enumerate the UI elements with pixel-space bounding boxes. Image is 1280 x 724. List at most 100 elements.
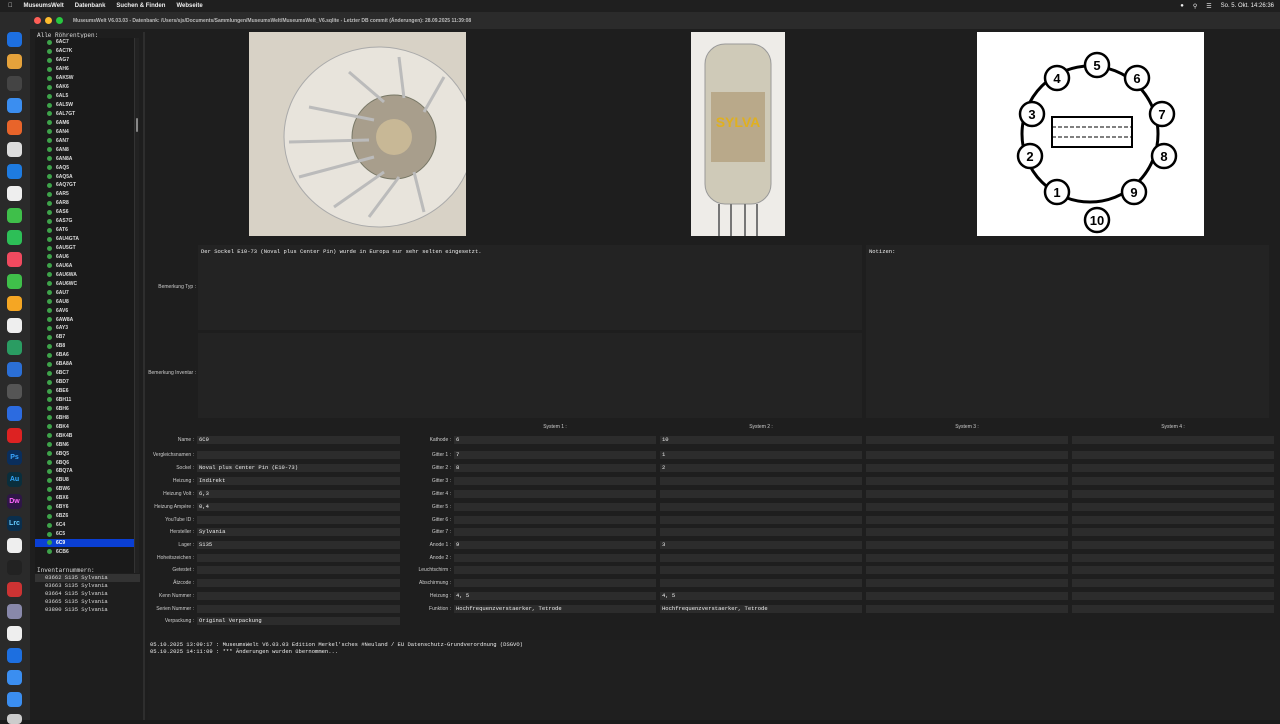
tree-item[interactable]: 6BK4B (35, 431, 134, 440)
remark-inventar-field[interactable] (198, 333, 862, 418)
system-field-input[interactable] (1072, 516, 1274, 524)
field-input[interactable]: Noval plus Center Pin (E10-73) (197, 464, 400, 472)
tree-item[interactable]: 6AN7 (35, 136, 134, 145)
tree-item[interactable]: 6AC7 (35, 38, 134, 47)
tree-item[interactable]: 6AG7 (35, 56, 134, 65)
system-field-input[interactable] (1072, 554, 1274, 562)
tree-item[interactable]: 6BN6 (35, 440, 134, 449)
search-icon[interactable]: ⚲ (1193, 3, 1197, 10)
tree-item[interactable]: 6BW6 (35, 485, 134, 494)
app-icon[interactable] (7, 582, 22, 597)
tree-item[interactable]: 6AQ5 (35, 163, 134, 172)
system-field-input[interactable] (1072, 451, 1274, 459)
system-field-input[interactable] (866, 592, 1068, 600)
inventory-item[interactable]: 03665 S135 Sylvania (35, 598, 140, 606)
finder-icon[interactable] (7, 32, 22, 47)
tree-item[interactable]: 6AR8 (35, 199, 134, 208)
system-field-input[interactable] (866, 477, 1068, 485)
field-input[interactable] (197, 516, 400, 524)
system-field-input[interactable]: 8 (454, 464, 656, 472)
system-field-input[interactable] (1072, 579, 1274, 587)
tree-item[interactable]: 6AQ7GT (35, 181, 134, 190)
inventory-list[interactable]: 03662 S135 Sylvania 03663 S135 Sylvania 03… (35, 574, 140, 614)
inventory-item[interactable]: 03663 S135 Sylvania (35, 582, 140, 590)
system-field-input[interactable] (1072, 541, 1274, 549)
field-input[interactable]: Original Verpackung (197, 617, 400, 625)
field-input[interactable]: S135 (197, 541, 400, 549)
system-field-input[interactable]: 9 (454, 541, 656, 549)
tree-item[interactable]: 6AV6 (35, 306, 134, 315)
system-field-input[interactable] (454, 477, 656, 485)
app-icon[interactable] (7, 340, 22, 355)
acrobat-icon[interactable] (7, 428, 22, 443)
tree-item[interactable]: 6AH6 (35, 65, 134, 74)
tree-item[interactable]: 6BH8 (35, 413, 134, 422)
pane-divider[interactable] (143, 32, 145, 720)
tree-item[interactable]: 6AS6 (35, 208, 134, 217)
app-icon[interactable] (7, 406, 22, 421)
activity-monitor-icon[interactable] (7, 560, 22, 575)
inventory-item[interactable]: 03800 S135 Sylvania (35, 606, 140, 614)
tree-item[interactable]: 6BD7 (35, 378, 134, 387)
apple-icon[interactable]:  (8, 3, 13, 9)
system-field-input[interactable] (660, 503, 862, 511)
system-field-input[interactable] (866, 541, 1068, 549)
field-input[interactable] (197, 579, 400, 587)
tree-item[interactable]: 6AL5W (35, 101, 134, 110)
tree-item[interactable]: 6BK4 (35, 422, 134, 431)
chrome-icon[interactable] (7, 142, 22, 157)
system-field-input[interactable]: Hochfrequenzverstaerker, Tetrode (454, 605, 656, 613)
inventory-item[interactable]: 03662 S135 Sylvania (35, 574, 140, 582)
remark-type-field[interactable]: Der Sockel E10-73 (Noval plus Center Pin… (198, 245, 862, 330)
photos-icon[interactable] (7, 318, 22, 333)
numbers-icon[interactable] (7, 274, 22, 289)
menu-datenbank[interactable]: Datenbank (75, 3, 106, 9)
system-field-input[interactable] (1072, 490, 1274, 498)
tree-item[interactable]: 6AK5W (35, 74, 134, 83)
app-icon[interactable] (7, 186, 22, 201)
field-input[interactable] (197, 592, 400, 600)
tree-item[interactable]: 6AU6WA (35, 270, 134, 279)
system-field-input[interactable]: 2 (660, 464, 862, 472)
system-field-input[interactable] (454, 566, 656, 574)
tree-item[interactable]: 6AL7GT (35, 110, 134, 119)
field-input[interactable]: Sylvania (197, 528, 400, 536)
tree-item[interactable]: 6BY6 (35, 503, 134, 512)
tree-item[interactable]: 6AN8 (35, 145, 134, 154)
tree-item[interactable]: 6C5 (35, 530, 134, 539)
system-field-input[interactable] (660, 516, 862, 524)
system-field-input[interactable]: 4, 5 (454, 592, 656, 600)
folder-icon[interactable] (7, 692, 22, 707)
tree-item[interactable]: 6C9 (35, 538, 134, 548)
clock[interactable]: So. 5. Okt. 14:26:36 (1221, 3, 1274, 9)
system-field-input[interactable]: Hochfrequenzverstaerker, Tetrode (660, 605, 862, 613)
messages-icon[interactable] (7, 208, 22, 223)
safari-icon[interactable] (7, 648, 22, 663)
system-field-input[interactable]: 4, 5 (660, 592, 862, 600)
tree-item[interactable]: 6AS7G (35, 217, 134, 226)
firefox-icon[interactable] (7, 120, 22, 135)
tree-item[interactable]: 6AU6A (35, 261, 134, 270)
field-input[interactable] (197, 566, 400, 574)
tree-item[interactable]: 6BQ5 (35, 449, 134, 458)
tree-item[interactable]: 6AU5GT (35, 244, 134, 253)
tree-item[interactable]: 6AW8A (35, 315, 134, 324)
tree-item[interactable]: 6CB6 (35, 547, 134, 556)
tree-item[interactable]: 6AN8A (35, 154, 134, 163)
tree-item[interactable]: 6AU6WC (35, 279, 134, 288)
system-field-input[interactable] (660, 528, 862, 536)
tube-type-tree[interactable]: 6AC7 6AC7K 6AG7 6AH6 6AK5W 6AK6 6AL5 6AL5W 6AL7G… (35, 38, 135, 573)
app-icon[interactable] (7, 384, 22, 399)
tree-item[interactable]: 6BE6 (35, 387, 134, 396)
photoshop-icon[interactable]: Ps (7, 450, 22, 465)
tree-item[interactable]: 6BQ7A (35, 467, 134, 476)
system-field-input[interactable] (1072, 503, 1274, 511)
system-field-input[interactable]: 1 (660, 451, 862, 459)
tree-item[interactable]: 6AL5 (35, 92, 134, 101)
tree-item[interactable]: 6BQ6 (35, 458, 134, 467)
tree-item[interactable]: 6B8 (35, 342, 134, 351)
zoom-button[interactable] (56, 17, 63, 24)
system-field-input[interactable]: 7 (454, 451, 656, 459)
mail-icon[interactable] (7, 164, 22, 179)
control-center-icon[interactable]: ☰ (1206, 3, 1211, 10)
